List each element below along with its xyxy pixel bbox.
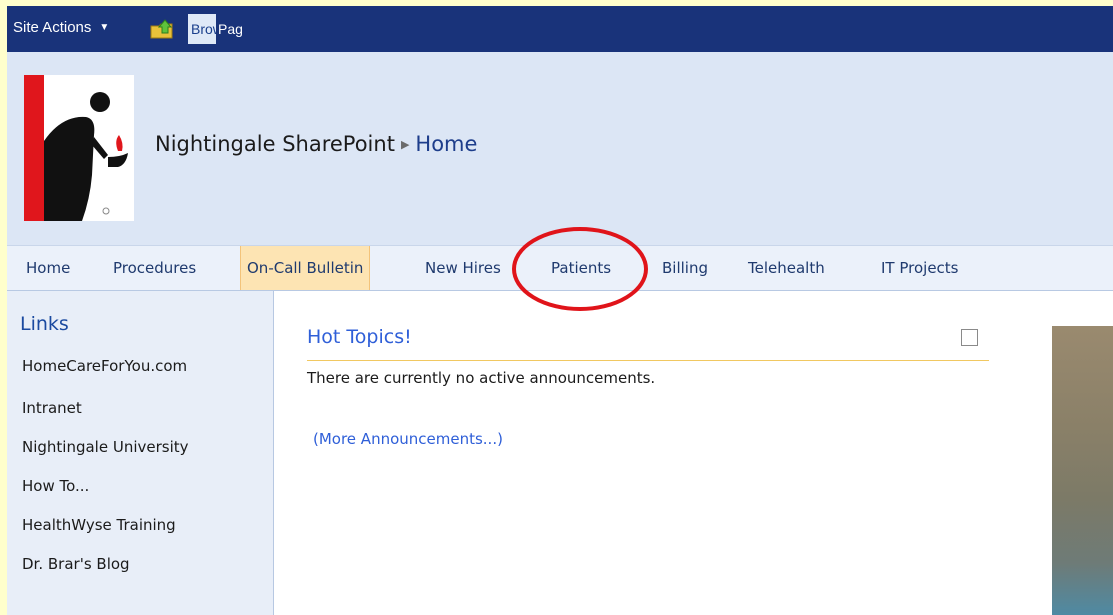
site-breadcrumb: Nightingale SharePoint ▶ Home [155, 132, 477, 156]
nav-item-new-hires[interactable]: New Hires [425, 246, 501, 290]
quick-launch-heading[interactable]: Links [20, 313, 69, 335]
link-healthwyse-training[interactable]: HealthWyse Training [22, 516, 176, 534]
breadcrumb-current: Home [415, 132, 478, 156]
top-navigation: Home Procedures On-Call Bulletin New Hir… [7, 245, 1113, 291]
tab-browse[interactable]: Browse [188, 14, 216, 44]
nav-item-procedures[interactable]: Procedures [113, 246, 196, 290]
nav-item-billing[interactable]: Billing [662, 246, 708, 290]
nav-item-on-call-bulletin[interactable]: On-Call Bulletin [240, 246, 371, 290]
link-homecareforyou[interactable]: HomeCareForYou.com [22, 357, 187, 375]
nav-item-home[interactable]: Home [26, 246, 70, 290]
site-name-link[interactable]: Nightingale SharePoint [155, 132, 395, 156]
navigate-up-icon[interactable] [150, 18, 174, 40]
nav-item-patients[interactable]: Patients [551, 246, 611, 290]
nav-item-telehealth[interactable]: Telehealth [748, 246, 825, 290]
announcements-empty-message: There are currently no active announceme… [307, 369, 656, 387]
more-announcements-link[interactable]: (More Announcements...) [313, 430, 503, 448]
site-actions-menu[interactable]: Site Actions ▼ [13, 19, 109, 36]
link-intranet[interactable]: Intranet [22, 399, 82, 417]
photo-image [1052, 326, 1113, 615]
quick-launch: Links HomeCareForYou.com Intranet Nighti… [7, 291, 274, 615]
ribbon-bar: Site Actions ▼ Browse Page [7, 6, 1113, 52]
link-nightingale-university[interactable]: Nightingale University [22, 438, 189, 456]
sharepoint-page: Site Actions ▼ Browse Page Nightingale S… [7, 6, 1113, 615]
nav-item-it-projects[interactable]: IT Projects [881, 246, 959, 290]
breadcrumb-separator-icon: ▶ [400, 138, 410, 151]
link-how-to[interactable]: How To... [22, 477, 89, 495]
chevron-down-icon: ▼ [99, 22, 110, 33]
link-dr-brars-blog[interactable]: Dr. Brar's Blog [22, 555, 130, 573]
site-title-area: Nightingale SharePoint ▶ Home [7, 52, 1113, 245]
webpart-title[interactable]: Hot Topics! [307, 326, 412, 348]
nightingale-logo[interactable] [24, 75, 134, 221]
webpart-select-checkbox[interactable] [961, 329, 978, 346]
tab-page[interactable]: Page [216, 14, 242, 44]
webpart-divider [307, 360, 989, 361]
site-actions-label: Site Actions [13, 19, 92, 36]
